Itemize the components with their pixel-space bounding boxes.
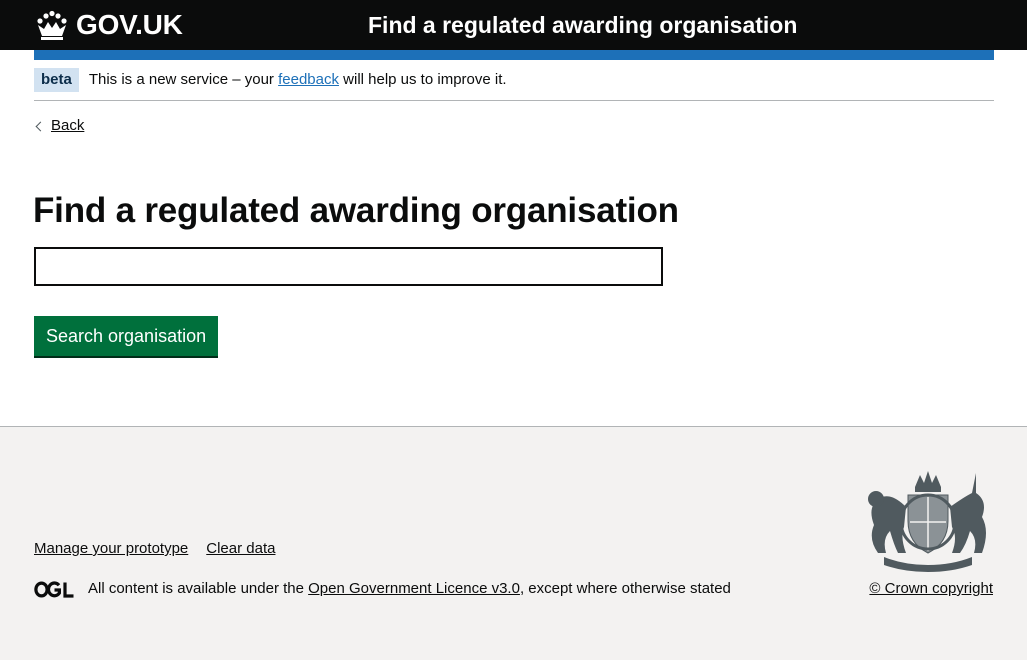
ogl-licence-link[interactable]: Open Government Licence v3.0 (308, 580, 520, 597)
licence-text: All content is available under the Open … (88, 580, 731, 597)
phase-text-after: will help us to improve it. (338, 71, 507, 88)
header-bar: GOV.UK Find a regulated awarding organis… (0, 0, 1027, 50)
back-link[interactable]: Back (34, 116, 84, 136)
manage-prototype-link[interactable]: Manage your prototype (34, 540, 188, 557)
ogl-logo-icon (34, 581, 75, 603)
chevron-left-icon (35, 121, 46, 131)
licence-text-before: All content is available under the (88, 580, 309, 597)
phase-banner: beta This is a new service – your feedba… (34, 66, 994, 101)
service-name-link[interactable]: Find a regulated awarding organisation (368, 9, 797, 41)
clear-data-link[interactable]: Clear data (206, 540, 275, 557)
crown-copyright-link[interactable]: © Crown copyright (869, 580, 993, 597)
footer-links: Manage your prototype Clear data (34, 540, 275, 557)
logo-text: GOV.UK (76, 9, 183, 40)
search-organisation-button[interactable]: Search organisation (34, 316, 219, 356)
govuk-logo-link[interactable]: GOV.UK (34, 8, 183, 42)
phase-text-before: This is a new service – your (88, 71, 279, 88)
feedback-link[interactable]: feedback (278, 71, 339, 88)
page-title: Find a regulated awarding organisation (33, 191, 679, 230)
search-input[interactable] (34, 247, 663, 286)
phase-tag: beta (34, 67, 79, 92)
royal-coat-of-arms-icon (864, 467, 992, 577)
header-accent-bar (34, 50, 994, 60)
crown-icon (34, 10, 70, 40)
back-link-label: Back (51, 117, 85, 134)
phase-banner-text: This is a new service – your feedback wi… (89, 71, 507, 88)
licence-text-after: , except where otherwise stated (519, 580, 731, 597)
site-footer: Manage your prototype Clear data All con… (0, 426, 1027, 660)
